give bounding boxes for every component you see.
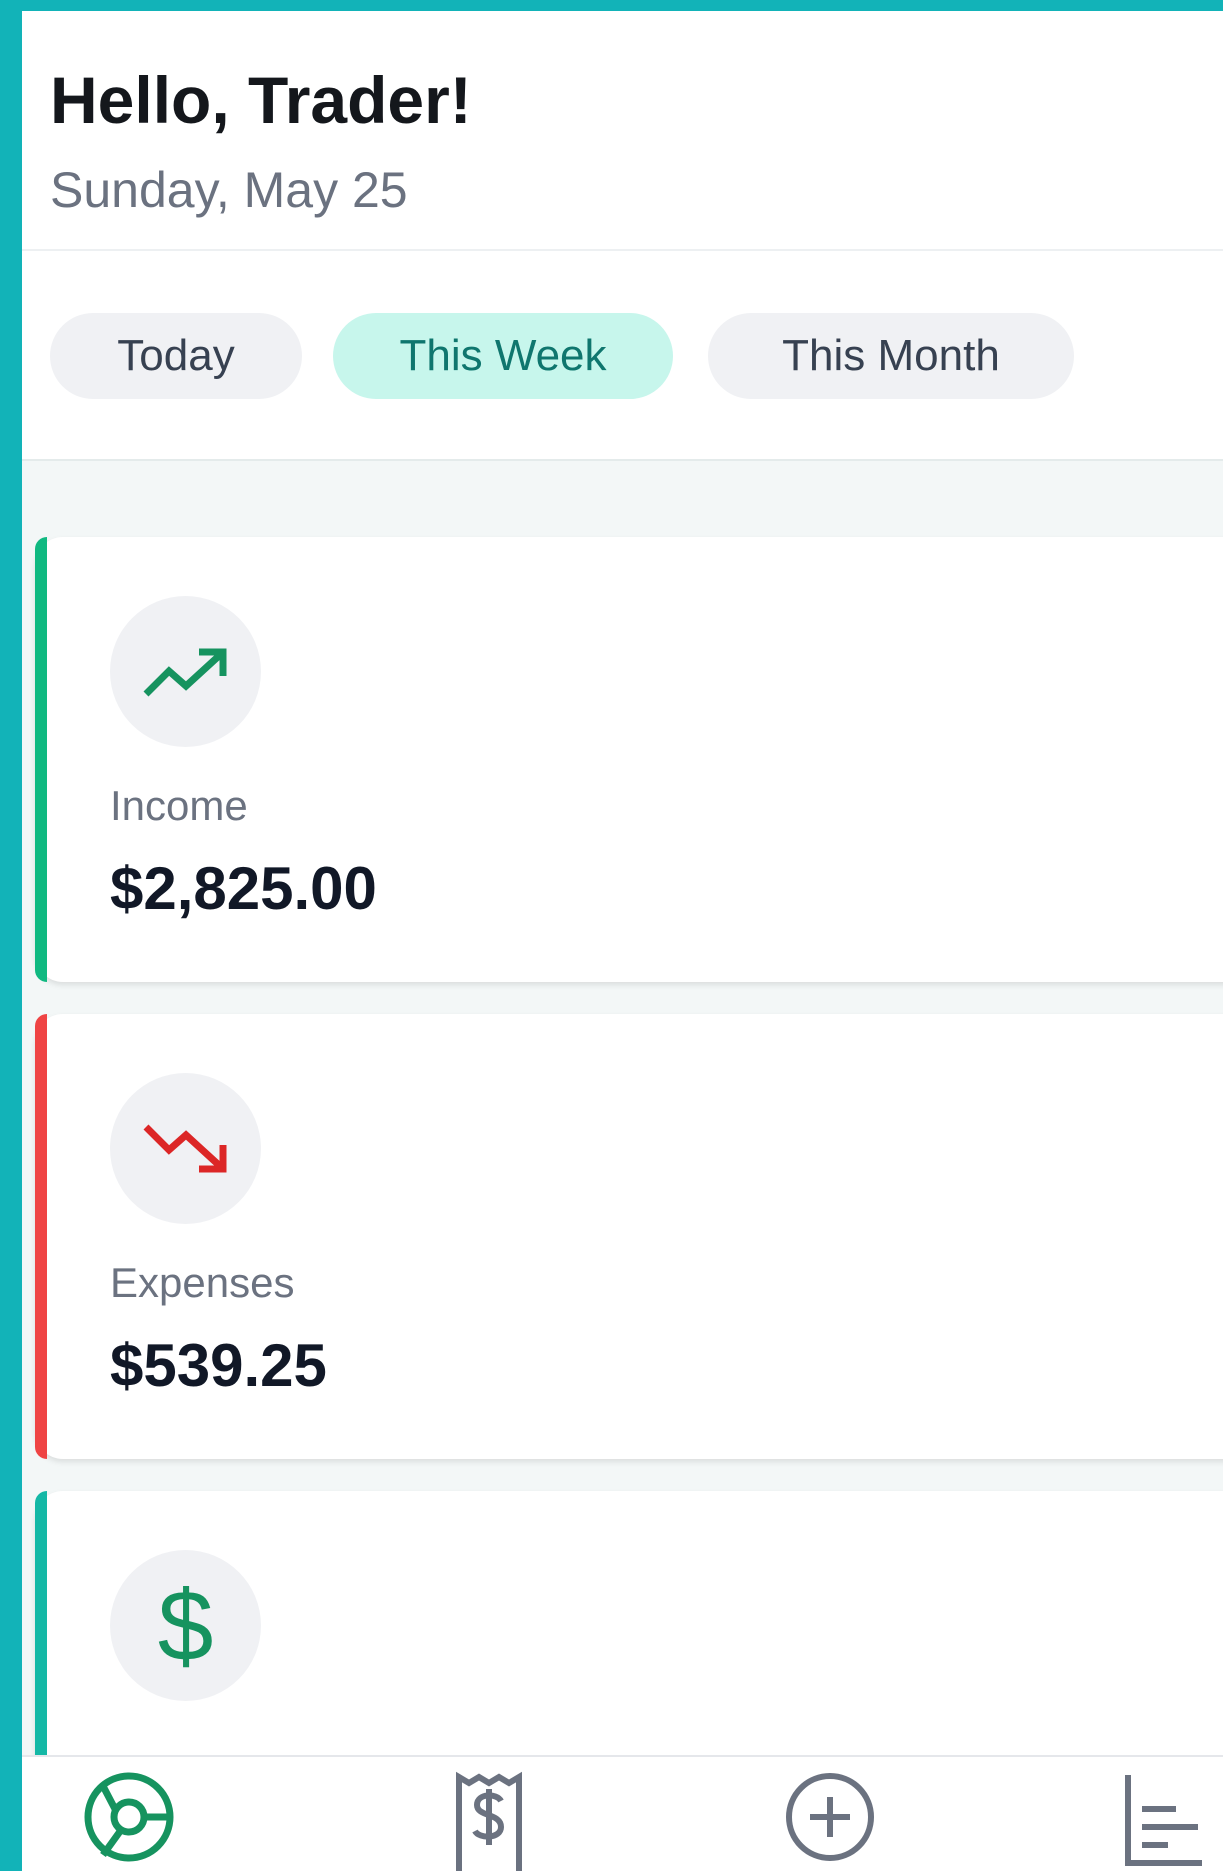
add-circle-icon [786, 1773, 874, 1861]
profit-icon-badge: $ [110, 1550, 261, 1701]
expenses-value: $539.25 [110, 1332, 327, 1399]
nav-reports-button[interactable] [1115, 1771, 1215, 1871]
bottom-navigation [22, 1755, 1223, 1871]
trending-up-icon [143, 648, 226, 696]
income-accent-bar [35, 537, 47, 982]
income-card[interactable]: Income $2,825.00 [35, 537, 1223, 982]
expenses-accent-bar [35, 1014, 47, 1459]
filter-this-week-button[interactable]: This Week [333, 313, 673, 399]
filter-today-button[interactable]: Today [50, 313, 302, 399]
reports-icon [1125, 1775, 1202, 1866]
nav-dashboard-button[interactable] [79, 1771, 179, 1871]
greeting-title: Hello, Trader! [50, 63, 472, 137]
receipt-icon [456, 1771, 522, 1871]
filter-this-month-button[interactable]: This Month [708, 313, 1074, 399]
income-icon-badge [110, 596, 261, 747]
dashboard-icon [84, 1772, 174, 1862]
app-screen: Hello, Trader! Sunday, May 25 Today This… [22, 11, 1223, 1871]
period-filter-bar: Today This Week This Month [22, 251, 1223, 461]
income-value: $2,825.00 [110, 855, 377, 922]
trending-down-icon [143, 1124, 226, 1172]
expenses-card[interactable]: Expenses $539.25 [35, 1014, 1223, 1459]
expenses-label: Expenses [110, 1259, 295, 1306]
nav-transactions-button[interactable] [439, 1771, 539, 1871]
dollar-icon: $ [157, 1569, 214, 1682]
date-subtitle: Sunday, May 25 [50, 162, 408, 218]
header: Hello, Trader! Sunday, May 25 [22, 11, 1223, 251]
nav-add-button[interactable] [780, 1771, 880, 1871]
income-label: Income [110, 782, 248, 829]
expenses-icon-badge [110, 1073, 261, 1224]
